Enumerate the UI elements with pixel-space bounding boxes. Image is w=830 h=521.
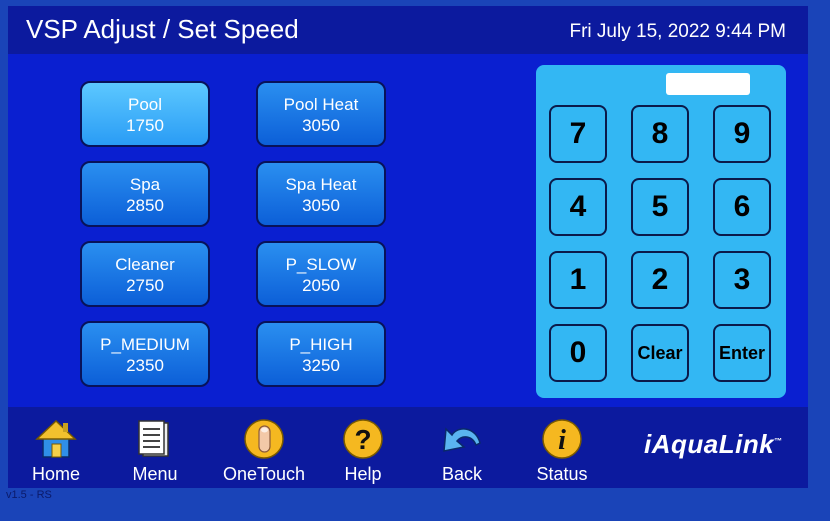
preset-name: P_SLOW xyxy=(285,255,357,274)
nav-label: Home xyxy=(31,464,80,484)
preset-name: Cleaner xyxy=(115,255,175,274)
nav-label: Menu xyxy=(132,464,178,484)
page-title: VSP Adjust / Set Speed xyxy=(26,14,299,44)
question-icon: ? xyxy=(343,419,383,459)
nav-help-button[interactable]: ? Help xyxy=(318,417,408,485)
key-1-button[interactable]: 1 xyxy=(549,251,607,309)
preset-spa-heat-button[interactable]: Spa Heat 3050 xyxy=(256,161,386,227)
back-arrow-icon xyxy=(443,427,481,452)
key-5-button[interactable]: 5 xyxy=(631,178,689,236)
preset-p-medium-button[interactable]: P_MEDIUM 2350 xyxy=(80,321,210,387)
finger-touch-icon xyxy=(244,419,284,459)
nav-label: Status xyxy=(536,464,588,484)
nav-status-button[interactable]: i Status xyxy=(517,417,607,485)
preset-speed: 1750 xyxy=(126,116,164,135)
preset-speed: 2350 xyxy=(126,356,164,375)
preset-speed: 2850 xyxy=(126,196,164,215)
menu-page-icon xyxy=(138,420,169,457)
preset-pool-button[interactable]: Pool 1750 xyxy=(80,81,210,147)
key-4-button[interactable]: 4 xyxy=(549,178,607,236)
clear-button[interactable]: Clear xyxy=(631,324,689,382)
key-2-button[interactable]: 2 xyxy=(631,251,689,309)
svg-text:i: i xyxy=(558,425,566,456)
preset-name: Spa xyxy=(129,175,161,194)
preset-pool-heat-button[interactable]: Pool Heat 3050 xyxy=(256,81,386,147)
preset-speed: 3250 xyxy=(302,356,340,375)
preset-cleaner-button[interactable]: Cleaner 2750 xyxy=(80,241,210,307)
nav-label: Back xyxy=(441,464,483,484)
speed-entry-field[interactable] xyxy=(666,73,750,95)
app-window: VSP Adjust / Set Speed Fri July 15, 2022… xyxy=(8,6,808,488)
numeric-keypad: 7 8 9 4 5 6 1 2 3 0 Clear Enter xyxy=(536,65,786,398)
key-9-button[interactable]: 9 xyxy=(713,105,771,163)
preset-speed: 2050 xyxy=(302,276,340,295)
key-3-button[interactable]: 3 xyxy=(713,251,771,309)
nav-back-button[interactable]: Back xyxy=(417,417,507,485)
main-panel: Pool 1750 Pool Heat 3050 Spa 2850 Spa He… xyxy=(8,54,808,407)
nav-label: OneTouch xyxy=(222,464,306,484)
info-icon: i xyxy=(542,419,582,459)
nav-label: Help xyxy=(344,464,382,484)
preset-spa-button[interactable]: Spa 2850 xyxy=(80,161,210,227)
title-bar: VSP Adjust / Set Speed Fri July 15, 2022… xyxy=(8,6,808,54)
preset-name: Spa Heat xyxy=(285,175,357,194)
preset-speed: 3050 xyxy=(302,116,340,135)
preset-speed: 3050 xyxy=(302,196,340,215)
key-6-button[interactable]: 6 xyxy=(713,178,771,236)
enter-button[interactable]: Enter xyxy=(713,324,771,382)
key-8-button[interactable]: 8 xyxy=(631,105,689,163)
nav-onetouch-button[interactable]: OneTouch xyxy=(219,417,309,485)
trademark-mark: ™ xyxy=(774,436,783,446)
nav-home-button[interactable]: Home xyxy=(11,417,101,485)
preset-p-high-button[interactable]: P_HIGH 3250 xyxy=(256,321,386,387)
key-0-button[interactable]: 0 xyxy=(549,324,607,382)
date-time: Fri July 15, 2022 9:44 PM xyxy=(569,21,787,42)
version-label: v1.5 - RS xyxy=(6,489,52,501)
preset-name: P_MEDIUM xyxy=(100,335,190,354)
preset-speed: 2750 xyxy=(126,276,164,295)
house-icon xyxy=(35,419,77,458)
nav-menu-button[interactable]: Menu xyxy=(110,417,200,485)
preset-name: P_HIGH xyxy=(289,335,353,354)
preset-p-slow-button[interactable]: P_SLOW 2050 xyxy=(256,241,386,307)
key-7-button[interactable]: 7 xyxy=(549,105,607,163)
bottom-nav-bar: Home Menu OneTouch ? Help Back i Status … xyxy=(8,407,808,488)
svg-text:?: ? xyxy=(354,424,371,455)
preset-name: Pool Heat xyxy=(283,95,359,114)
brand-name: iAquaLink xyxy=(644,429,775,459)
preset-name: Pool xyxy=(127,95,163,114)
brand-logo: iAquaLink™ xyxy=(644,429,783,460)
